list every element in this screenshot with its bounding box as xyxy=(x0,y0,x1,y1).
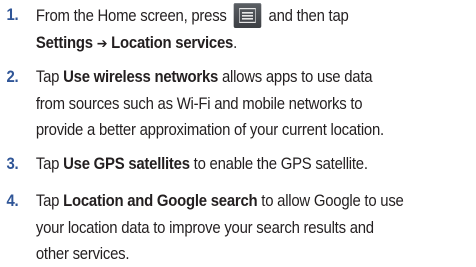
step-text: Tap xyxy=(35,68,64,86)
use-gps-satellites-label: Use GPS satellites xyxy=(63,155,190,173)
step-text: Tap xyxy=(35,155,64,173)
step-text: to allow Google to use xyxy=(257,192,404,210)
step-line: from sources such as Wi-Fi and mobile ne… xyxy=(35,94,363,113)
step-line: Settings ➔ Location services. xyxy=(36,31,476,57)
step-2: 2. Tap Use wireless networks allows apps… xyxy=(0,65,476,143)
menu-key-icon xyxy=(233,3,261,28)
step-line: Tap Use wireless networks allows apps to… xyxy=(36,65,476,90)
step-4: 4. Tap Location and Google search to all… xyxy=(0,189,476,267)
location-and-google-search-label: Location and Google search xyxy=(63,192,258,210)
use-wireless-networks-label: Use wireless networks xyxy=(63,68,219,86)
step-3: 3. Tap Use GPS satellites to enable the … xyxy=(0,152,476,177)
step-line: Tap Location and Google search to allow … xyxy=(36,189,476,214)
step-line: provide a better approximation of your c… xyxy=(35,121,384,140)
step-line: Tap Use GPS satellites to enable the GPS… xyxy=(36,152,476,177)
step-text: . xyxy=(233,33,238,52)
step-text: to enable the GPS satellite. xyxy=(189,155,368,173)
settings-menu-label: Settings xyxy=(35,33,93,52)
location-services-label: Location services xyxy=(111,33,234,52)
step-line: From the Home screen, press and then tap xyxy=(36,3,476,29)
step-text: From the Home screen, press xyxy=(35,7,227,25)
step-1: 1. From the Home screen, press and then … xyxy=(0,3,476,56)
step-text: Tap xyxy=(35,192,64,210)
step-number: 2. xyxy=(6,68,19,86)
step-number: 1. xyxy=(6,6,19,24)
step-text: and then tap xyxy=(268,7,349,25)
arrow-right-icon: ➔ xyxy=(96,35,108,52)
step-line: other services. xyxy=(35,245,130,264)
step-text: allows apps to use data xyxy=(218,68,373,86)
step-number: 3. xyxy=(6,155,19,173)
step-line: your location data to improve your searc… xyxy=(35,218,374,237)
step-number: 4. xyxy=(6,192,19,210)
